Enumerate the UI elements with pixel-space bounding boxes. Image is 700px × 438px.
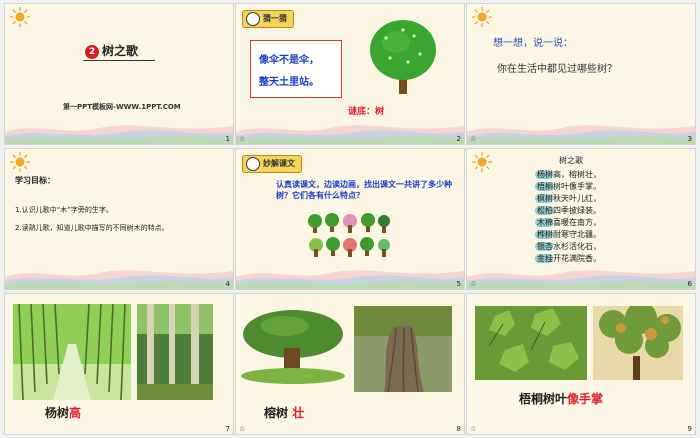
slide-caption: 杨树高 [45,406,82,420]
slide-thumbnail-6[interactable]: 树之歌 杨树高，榕树壮， 梧桐树叶像手掌。 枫树秋天叶儿红， 松柏四季披绿装。 … [467,149,695,289]
slide-thumbnail-5[interactable]: 妙解课文 认真读课文，边读边画，找出课文一共讲了多少种树？它们各有什么特点？ 5 [236,149,464,289]
sun-icon [9,6,31,28]
mascot-icon [246,157,260,171]
slide-heading: 想一想，说一说： [493,38,573,49]
rainbow-wave [5,270,233,289]
slide-question: 你在生活中都见过哪些树？ [497,64,617,75]
rainbow-wave [236,125,464,144]
title-underline [83,60,155,61]
poem-line: 梧桐树叶像手掌。 [537,182,601,191]
slide-number: 6 [687,280,692,288]
slide-number: 9 [687,425,692,433]
poem-line: 木棉喜暖在南方， [537,218,601,227]
slide-number: 5 [456,280,461,288]
rainbow-wave [5,125,233,144]
sun-icon [471,6,493,28]
slide-number: 2 [456,135,461,143]
poem-title: 树之歌 [559,156,583,165]
poplar-trunks-photo [137,304,213,400]
parasol-leaves-photo [475,306,587,380]
tree-image [370,20,436,94]
parasol-tree-photo [593,306,683,380]
poem-line: 松柏四季披绿装。 [537,206,601,215]
sun-icon [471,151,493,173]
slide-thumbnail-3[interactable]: 想一想，说一说： 你在生活中都见过哪些树？ ☆ 3 [467,4,695,144]
riddle-line-1: 像伞不是伞， [259,55,319,66]
footer-text: 第一PPT模板网-WWW.1PPT.COM [63,103,181,111]
animation-mark: ☆ [470,280,477,288]
sun-icon [9,151,31,173]
riddle-box: 像伞不是伞， 整天土里站。 [250,40,342,98]
section-tag: 猜一猜 [242,10,294,28]
slide-title: 2 树之歌 [85,42,138,59]
riddle-line-2: 整天土里站。 [259,77,319,88]
animation-mark: ☆ [470,425,477,433]
rainbow-wave [467,270,695,289]
task-text: 认真读课文，边读边画，找出课文一共讲了多少种树？它们各有什么特点？ [276,180,452,200]
objective-item-2: 2.读熟儿歌，知道儿歌中描写的不同树木的特点。 [15,224,169,232]
rainbow-wave [236,270,464,289]
poem-line: 枫树秋天叶儿红， [537,194,601,203]
slide-number: 1 [225,135,230,143]
riddle-answer: 谜底：树 [348,107,385,117]
animation-mark: ☆ [239,425,246,433]
slide-caption: 榕树 壮 [264,406,305,420]
slide-heading: 学习目标： [15,176,55,185]
slide-number: 3 [687,135,692,143]
slide-thumbnail-8[interactable]: 榕树 壮 ☆ 8 [236,294,464,434]
slide-thumbnail-7[interactable]: 杨树高 7 [5,294,233,434]
slide-thumbnail-1[interactable]: 2 树之歌 第一PPT模板网-WWW.1PPT.COM 1 [5,4,233,144]
slide-thumbnail-2[interactable]: 猜一猜 像伞不是伞， 整天土里站。 谜底：树 ☆ 2 [236,4,464,144]
poem-line: 银杏水杉活化石， [537,242,601,251]
banyan-trunk-photo [354,306,452,392]
slide-caption: 梧桐树叶像手掌 [519,392,604,406]
slide-thumbnail-4[interactable]: 学习目标： 1.认识儿歌中“木”字旁的生字。 2.读熟儿歌，知道儿歌中描写的不同… [5,149,233,289]
slide-number: 4 [225,280,230,288]
slide-number: 7 [225,425,230,433]
animation-mark: ☆ [239,135,246,143]
animation-mark: ☆ [470,135,477,143]
mascot-icon [246,12,260,26]
poem-line: 杨树高，榕树壮， [537,170,601,179]
slide-thumbnail-9[interactable]: 梧桐树叶像手掌 ☆ 9 [467,294,695,434]
rainbow-wave [467,125,695,144]
objective-item-1: 1.认识儿歌中“木”字旁的生字。 [15,206,113,214]
lesson-badge: 2 [85,44,99,59]
section-tag: 妙解课文 [242,155,302,173]
poplar-grove-photo [13,304,131,400]
tree-collage-image [308,213,390,257]
poem-line: 桦树耐寒守北疆。 [537,230,601,239]
slide-grid: 2 树之歌 第一PPT模板网-WWW.1PPT.COM 1 猜一猜 像伞不是伞， … [0,0,700,438]
slide-number: 8 [456,425,461,433]
banyan-tree-photo [240,306,346,384]
